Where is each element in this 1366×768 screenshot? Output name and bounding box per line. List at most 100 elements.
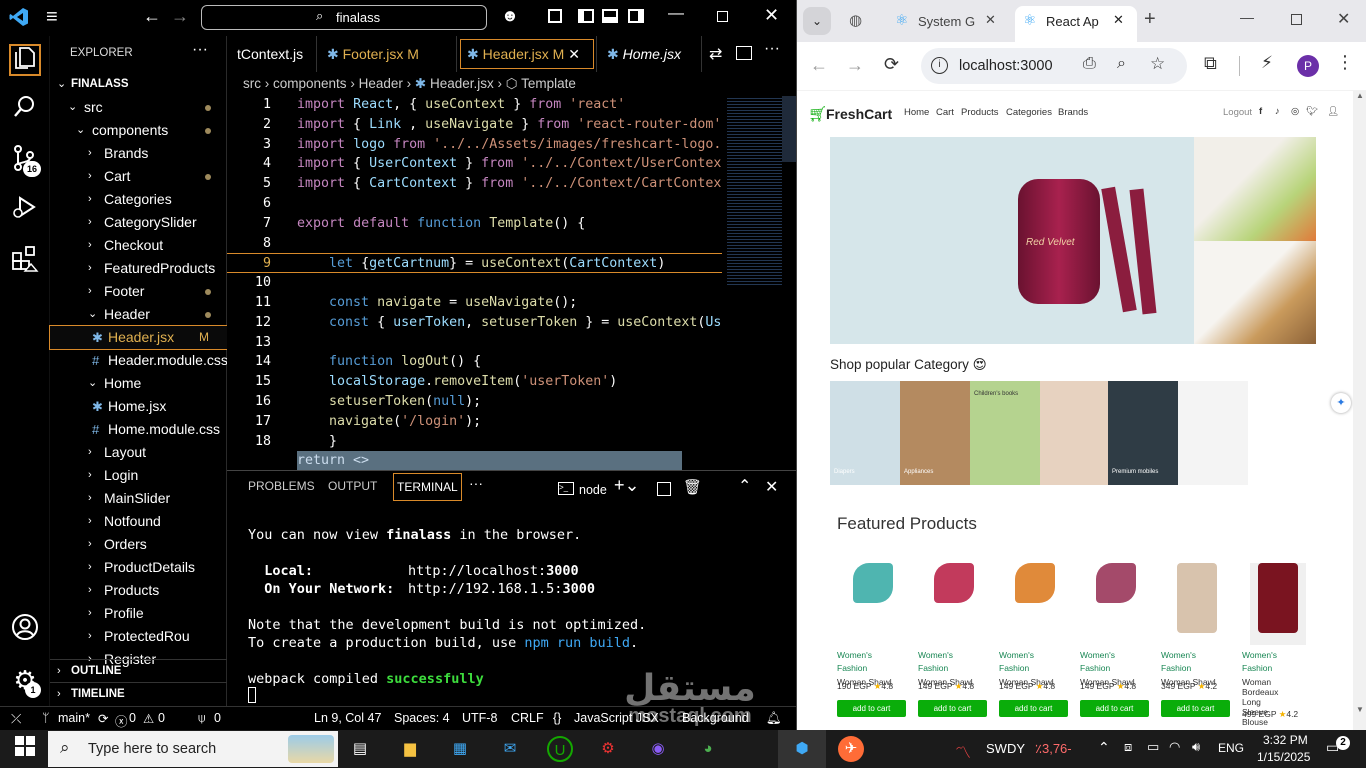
ports-count[interactable]: 0 [214, 711, 221, 725]
tree-folder[interactable]: ⌄ src [50, 96, 227, 119]
warning-count[interactable]: 0 [158, 711, 165, 725]
breadcrumb-src[interactable]: src [243, 76, 261, 91]
tree-folder[interactable]: ⌄ Header [50, 303, 227, 326]
tree-folder[interactable]: › Categories [50, 188, 227, 211]
logout-link[interactable]: Logout [1223, 107, 1252, 118]
bookmark-star-icon[interactable]: ☆ [1150, 54, 1165, 74]
store-icon[interactable]: ▦ [447, 736, 473, 762]
user-icon[interactable]: 👤︎ [1327, 106, 1339, 117]
maximize-icon[interactable] [1291, 14, 1302, 25]
breadcrumb-symbol[interactable]: Template [521, 76, 576, 91]
product-card[interactable]: Women's Fashion Woman Bordeaux Long Sleev… [1242, 545, 1314, 727]
tree-file[interactable]: # Header.module.css [50, 349, 228, 372]
more-actions-icon[interactable]: ··· [192, 41, 208, 59]
category-card[interactable]: Children's books [970, 381, 1040, 485]
project-root[interactable]: ⌄ FINALASS [50, 73, 227, 96]
code-editor[interactable]: 1 import React, { useContext } from 'reac… [227, 95, 722, 470]
scroll-down-icon[interactable]: ▼ [1356, 705, 1364, 714]
tree-folder[interactable]: › Notfound [50, 510, 227, 533]
category-card[interactable]: Diapers [830, 381, 900, 485]
tab-search-button[interactable]: ⌄ [803, 7, 831, 35]
tab-problems[interactable]: PROBLEMS [248, 479, 315, 493]
add-to-cart-button[interactable]: add to cart [1080, 700, 1149, 717]
tree-folder[interactable]: › Orders [50, 533, 227, 556]
battery-icon[interactable]: ▭ [1147, 739, 1159, 755]
facebook-icon[interactable]: f [1259, 106, 1262, 117]
tab-close-icon[interactable]: ✕ [985, 12, 996, 28]
category-card[interactable]: Appliances [900, 381, 970, 485]
nav-products[interactable]: Products [961, 107, 999, 118]
encoding[interactable]: UTF-8 [462, 711, 497, 725]
nav-categories[interactable]: Categories [1006, 107, 1052, 118]
nav-home[interactable]: Home [904, 107, 929, 118]
tree-folder[interactable]: ⌄ components [50, 119, 227, 142]
language-indicator[interactable]: ENG [1218, 741, 1244, 755]
terminal-shell-name[interactable]: node [579, 483, 607, 497]
tree-folder[interactable]: › MainSlider [50, 487, 227, 510]
tree-folder[interactable]: › Products [50, 579, 227, 602]
copilot-icon[interactable]: ☻ [501, 6, 519, 26]
stock-name[interactable]: SWDY [986, 741, 1025, 756]
side-banner-vegetables[interactable] [1194, 137, 1316, 241]
category-card[interactable] [1040, 381, 1108, 485]
tree-folder[interactable]: › FeaturedProducts [50, 257, 227, 280]
product-card[interactable]: Women's Fashion Woman Shawl 149 EGP ★4.8 ad… [1080, 545, 1152, 717]
command-center-search[interactable]: ⌕ finalass [201, 5, 487, 30]
layout-panel-icon[interactable] [602, 9, 618, 23]
product-card[interactable]: Women's Fashion Woman Shawl 149 EGP ★4.8 ad… [918, 545, 990, 717]
chrome-icon[interactable]: ◕ [695, 736, 721, 762]
close-icon[interactable]: ✕ [764, 5, 779, 26]
windows-start-icon[interactable] [12, 736, 38, 762]
instagram-icon[interactable]: ◎ [1291, 106, 1299, 117]
tiktok-icon[interactable]: ♪ [1275, 106, 1280, 117]
tree-file[interactable]: # Home.module.css [50, 418, 227, 441]
tree-folder[interactable]: › Profile [50, 602, 227, 625]
split-terminal-icon[interactable] [657, 482, 671, 496]
tray-chevron-up-icon[interactable]: ⌃ [1098, 739, 1110, 756]
category-card[interactable] [1248, 381, 1318, 485]
install-app-icon[interactable]: ⎙ [1083, 55, 1096, 73]
editor-tab[interactable]: ✱ Home.jsx [597, 36, 702, 72]
editor-tab[interactable]: ✱ Header.jsx M ✕ [457, 36, 597, 72]
reload-icon[interactable]: ⟳ [884, 54, 899, 75]
tree-folder[interactable]: › CategorySlider [50, 211, 227, 234]
settings-gear-icon[interactable]: ⚙ 1 [9, 664, 41, 698]
task-view-icon[interactable]: ▤ [347, 736, 373, 762]
tab-close-icon[interactable]: ✕ [1113, 12, 1124, 28]
tree-file[interactable]: ✱ Home.jsx [50, 395, 227, 418]
browser-menu-icon[interactable]: ⋮ [1336, 52, 1354, 73]
feedback-fab-icon[interactable]: ✦ [1331, 393, 1351, 413]
forward-arrow-icon[interactable]: → [171, 6, 189, 27]
back-arrow-icon[interactable]: ← [810, 55, 828, 76]
editor-tab[interactable]: ✱ Footer.jsx M [317, 36, 457, 72]
explorer-icon[interactable] [9, 44, 41, 76]
wifi-icon[interactable]: ◠ [1169, 739, 1180, 755]
minimap[interactable] [727, 96, 782, 286]
main-slider[interactable]: Red Velvet [830, 137, 1194, 344]
new-tab-icon[interactable]: + [1144, 8, 1156, 31]
menu-icon[interactable]: ≡ [46, 6, 66, 28]
layout-toggle-icon[interactable] [548, 9, 562, 23]
address-bar[interactable]: i localhost:3000 ⎙ ⌕ ☆ [921, 48, 1187, 84]
category-card[interactable] [1178, 381, 1248, 485]
editor-more-icon[interactable]: ··· [764, 40, 780, 58]
editor-tab[interactable]: tContext.js [227, 36, 317, 72]
site-info-icon[interactable]: i [931, 57, 948, 74]
tree-folder[interactable]: › Login [50, 464, 227, 487]
category-card[interactable]: Premium mobiles [1108, 381, 1178, 485]
nav-brands[interactable]: Brands [1058, 107, 1088, 118]
add-to-cart-button[interactable]: add to cart [1161, 700, 1230, 717]
cursor-position[interactable]: Ln 9, Col 47 [314, 711, 381, 725]
add-to-cart-button[interactable]: add to cart [918, 700, 987, 717]
close-icon[interactable]: ✕ [1337, 9, 1350, 29]
page-scrollbar[interactable]: ▲ ▼ [1353, 91, 1366, 730]
tray-app-icon[interactable]: ⧈ [1124, 739, 1132, 755]
add-to-cart-button[interactable]: add to cart [837, 700, 906, 717]
tree-folder[interactable]: › Checkout [50, 234, 227, 257]
product-card[interactable]: Women's Fashion Woman Shawl 149 EGP ★4.8 ad… [999, 545, 1071, 717]
run-debug-icon[interactable] [9, 194, 41, 226]
git-branch[interactable]: main* [58, 711, 90, 725]
mail-icon[interactable]: ✉ [497, 736, 523, 762]
tree-folder[interactable]: › Layout [50, 441, 227, 464]
layout-sidebar-icon[interactable] [578, 9, 594, 23]
